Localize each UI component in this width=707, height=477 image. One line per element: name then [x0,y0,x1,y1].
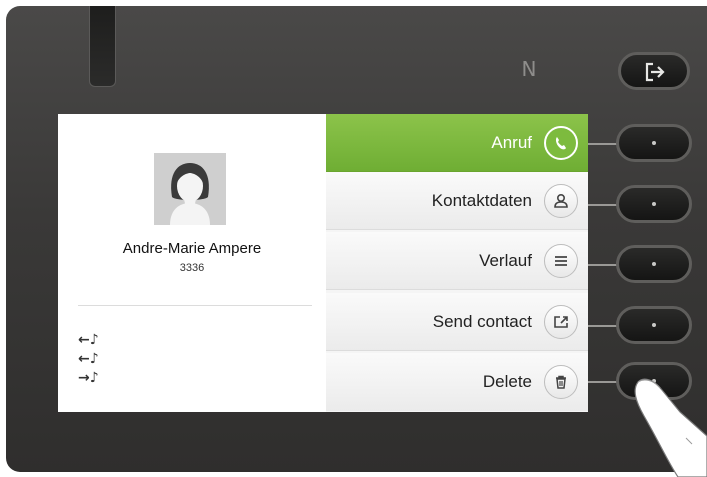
nfc-icon: N [521,57,537,81]
avatar [154,153,226,225]
trash-icon [544,365,578,399]
divider [78,305,312,306]
contact-pane: Andre-Marie Ampere 3336 ←♪ ←♪ →♪ [58,114,327,412]
share-icon [544,305,578,339]
call-history-list: ←♪ ←♪ →♪ [78,331,118,388]
menu-item-kontaktdaten[interactable]: Kontaktdaten [326,172,588,230]
person-avatar-icon [154,153,226,225]
contact-number: 3336 [179,262,205,274]
exit-button[interactable] [618,52,690,90]
menu-item-send-contact[interactable]: Send contact [326,293,588,351]
softkey-3[interactable] [616,245,692,283]
outgoing-call-icon: →♪ [78,370,99,386]
softkey-1[interactable] [616,124,692,162]
menu-item-delete[interactable]: Delete [326,353,588,411]
menu-item-label: Kontaktdaten [431,191,532,210]
menu-item-anruf[interactable]: Anruf [326,114,588,172]
phone-icon [544,126,578,160]
softkey-4[interactable] [616,306,692,344]
softkey-2[interactable] [616,185,692,223]
finger-pointer-icon [634,378,707,477]
menu-item-label: Anruf [491,133,532,152]
display-screen: Andre-Marie Ampere 3336 ←♪ ←♪ →♪ Anruf K… [58,114,588,412]
list-icon [544,244,578,278]
incoming-call-icon: ←♪ [78,332,99,348]
incoming-call-icon: ←♪ [78,351,99,367]
phone-device: N Andre-Marie Ampere 3336 ←♪ ←♪ →♪ Anruf… [0,0,707,477]
menu-item-label: Verlauf [479,251,532,270]
menu-item-verlauf[interactable]: Verlauf [326,232,588,290]
menu-item-label: Delete [482,372,532,391]
exit-icon [645,62,665,82]
menu-item-label: Send contact [432,312,532,331]
contact-name: Andre-Marie Ampere [122,240,262,257]
context-menu: Anruf Kontaktdaten Verlauf Send contact [326,114,588,412]
handset-slot [89,6,116,87]
contact-icon [544,184,578,218]
